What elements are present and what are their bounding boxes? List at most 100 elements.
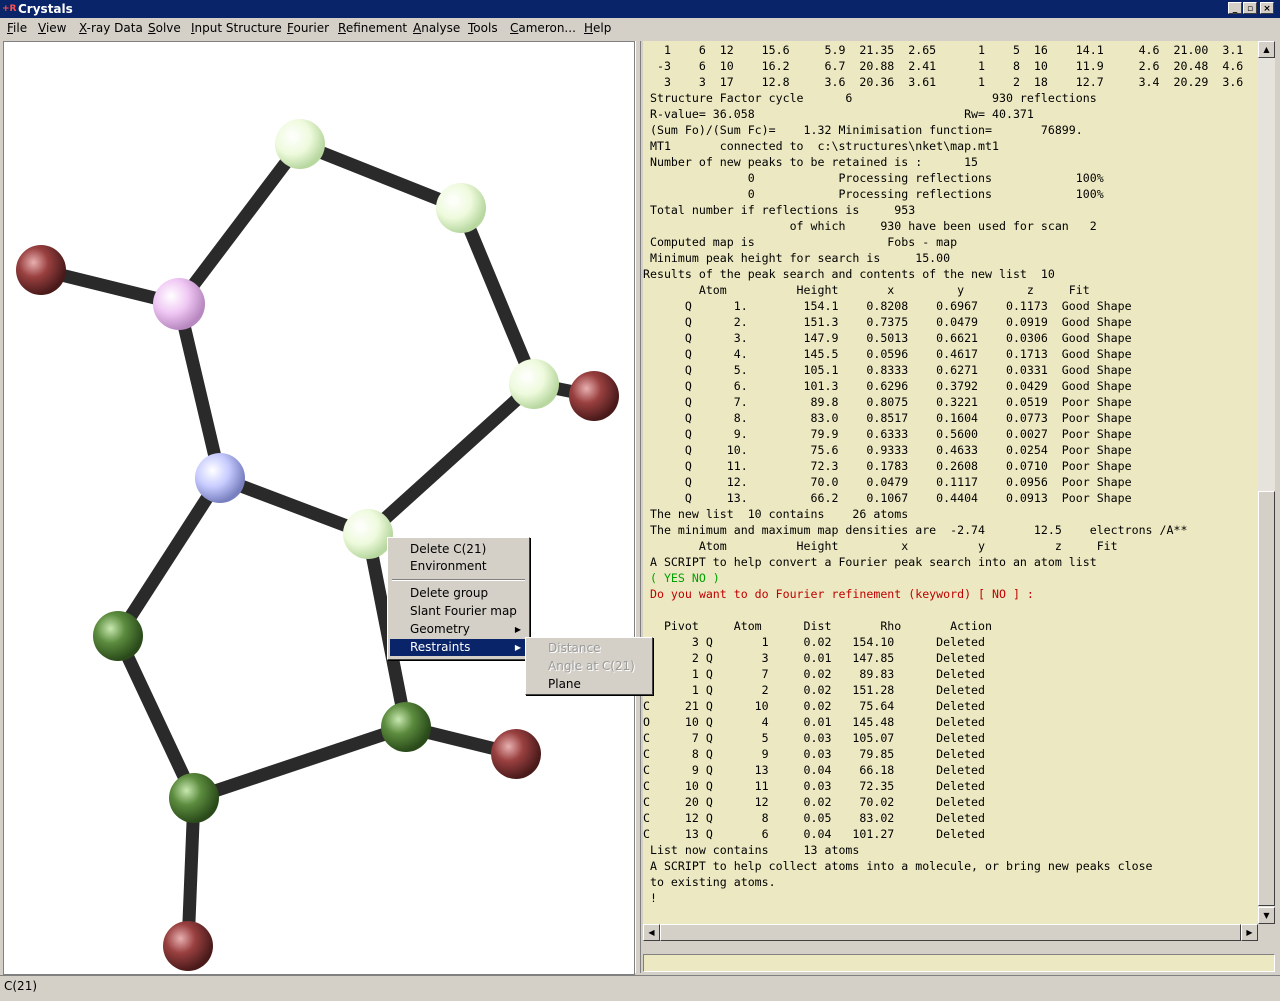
menu-fourier[interactable]: Fourier <box>287 20 329 36</box>
output-line: Computed map is Fobs - map <box>643 235 958 249</box>
output-line: C 20 Q 12 0.02 70.02 Deleted <box>643 795 986 809</box>
menu-tools[interactable]: Tools <box>468 20 498 36</box>
output-line: A SCRIPT to help convert a Fourier peak … <box>643 555 1097 569</box>
output-line: The minimum and maximum map densities ar… <box>643 523 1188 537</box>
scroll-up-icon[interactable]: ▲ <box>1258 41 1275 58</box>
atom-peak[interactable] <box>509 359 559 409</box>
output-line: Atom Height x y z Fit <box>643 283 1090 297</box>
output-line: -3 6 10 16.2 6.7 20.88 2.41 1 8 10 11.9 … <box>643 59 1244 73</box>
atom-carbon[interactable] <box>169 773 219 823</box>
menu-refinement[interactable]: Refinement <box>338 20 407 36</box>
status-bar: C(21) <box>0 975 1280 1001</box>
output-line: C 12 Q 8 0.05 83.02 Deleted <box>643 811 986 825</box>
output-line: Results of the peak search and contents … <box>643 267 1055 281</box>
scroll-left-icon[interactable]: ◀ <box>643 924 660 941</box>
output-line: Q 4. 145.5 0.0596 0.4617 0.1713 Good Sha… <box>643 347 1132 361</box>
atom-c21[interactable] <box>343 509 393 559</box>
window-title: Crystals <box>18 2 73 16</box>
output-line: The new list 10 contains 26 atoms <box>643 507 909 521</box>
output-line: C 10 Q 11 0.03 72.35 Deleted <box>643 779 986 793</box>
menu-restraints[interactable]: Restraints ▶ <box>390 639 527 656</box>
atom-oxygen[interactable] <box>491 729 541 779</box>
hscroll-thumb[interactable] <box>660 924 1241 941</box>
restraints-submenu: Distance Angle at C(21) Plane <box>525 637 653 695</box>
bond <box>111 471 227 643</box>
title-bar: +R Crystals _ ▫ × <box>0 0 1280 18</box>
horizontal-scrollbar[interactable]: ◀ ▶ <box>643 924 1258 941</box>
menu-input-structure[interactable]: Input Structure <box>191 20 282 36</box>
minimize-button[interactable]: _ <box>1228 2 1242 14</box>
app-icon: +R <box>2 4 17 14</box>
output-line: Number of new peaks to be retained is : … <box>643 155 979 169</box>
output-line: N 1 Q 7 0.02 89.83 Deleted <box>643 667 986 681</box>
scroll-thumb[interactable] <box>1258 491 1275 906</box>
output-line: C 7 Q 5 0.03 105.07 Deleted <box>643 731 986 745</box>
output-line: Pivot Atom Dist Rho Action <box>643 619 993 633</box>
context-menu: Delete C(21) Environment Delete group Sl… <box>387 537 530 660</box>
vertical-scrollbar[interactable]: ▲ ▼ <box>1258 41 1275 924</box>
output-line: O 1 Q 2 0.02 151.28 Deleted <box>643 683 986 697</box>
menu-view[interactable]: View <box>38 20 66 36</box>
output-line: O 2 Q 3 0.01 147.85 Deleted <box>643 651 986 665</box>
menu-file[interactable]: File <box>7 20 27 36</box>
scroll-right-icon[interactable]: ▶ <box>1241 924 1258 941</box>
menu-bar: File View X-ray Data Solve Input Structu… <box>0 18 1280 38</box>
atom-carbon[interactable] <box>381 702 431 752</box>
atom-peak[interactable] <box>275 119 325 169</box>
output-line: List now contains 13 atoms <box>643 843 860 857</box>
atom-pink[interactable] <box>153 278 205 330</box>
atom-oxygen[interactable] <box>569 371 619 421</box>
output-line: Q 7. 89.8 0.8075 0.3221 0.0519 Poor Shap… <box>643 395 1132 409</box>
bond <box>454 201 541 391</box>
close-button[interactable]: × <box>1260 2 1274 14</box>
menu-solve[interactable]: Solve <box>148 20 181 36</box>
menu-help[interactable]: Help <box>584 20 611 36</box>
command-input[interactable] <box>643 954 1275 972</box>
output-line: Q 5. 105.1 0.8333 0.6271 0.0331 Good Sha… <box>643 363 1132 377</box>
menu-delete-group[interactable]: Delete group <box>390 585 527 602</box>
output-line: Minimum peak height for search is 15.00 <box>643 251 951 265</box>
status-text: C(21) <box>4 979 38 993</box>
output-line: C 13 Q 6 0.04 101.27 Deleted <box>643 827 986 841</box>
bond <box>111 629 201 805</box>
output-line: Q 13. 66.2 0.1067 0.4404 0.0913 Poor Sha… <box>643 491 1132 505</box>
atom-carbon[interactable] <box>93 611 143 661</box>
menu-cameron[interactable]: Cameron... <box>510 20 576 36</box>
menu-environment[interactable]: Environment <box>390 558 527 575</box>
output-line: 3 3 17 12.8 3.6 20.36 3.61 1 2 18 12.7 3… <box>643 75 1244 89</box>
output-line: Structure Factor cycle 6 930 reflections <box>643 91 1097 105</box>
atom-nitrogen[interactable] <box>195 453 245 503</box>
menu-geometry-label: Geometry <box>410 622 470 636</box>
molecule-structure[interactable] <box>4 42 634 974</box>
output-line: C 8 Q 9 0.03 79.85 Deleted <box>643 747 986 761</box>
output-line: 0 Processing reflections 100% <box>643 171 1104 185</box>
menu-analyse[interactable]: Analyse <box>413 20 460 36</box>
bond <box>172 137 307 311</box>
output-line: (Sum Fo)/(Sum Fc)= 1.32 Minimisation fun… <box>643 123 1083 137</box>
maximize-button[interactable]: ▫ <box>1243 2 1257 14</box>
menu-xray-data[interactable]: X-ray Data <box>79 20 143 36</box>
scroll-down-icon[interactable]: ▼ <box>1258 907 1275 924</box>
output-line: 0 Processing reflections 100% <box>643 187 1104 201</box>
output-line: Q 1. 154.1 0.8208 0.6967 0.1173 Good Sha… <box>643 299 1132 313</box>
menu-delete-atom[interactable]: Delete C(21) <box>390 541 527 558</box>
molecule-view[interactable] <box>3 41 635 975</box>
output-line: O 3 Q 1 0.02 154.10 Deleted <box>643 635 986 649</box>
submenu-plane[interactable]: Plane <box>528 676 650 693</box>
bond <box>361 377 541 541</box>
output-line: A SCRIPT to help collect atoms into a mo… <box>643 859 1153 873</box>
output-line: Q 3. 147.9 0.5013 0.6621 0.0306 Good Sha… <box>643 331 1132 345</box>
output-line: 1 6 12 15.6 5.9 21.35 2.65 1 5 16 14.1 4… <box>643 43 1244 57</box>
text-output[interactable]: 1 6 12 15.6 5.9 21.35 2.65 1 5 16 14.1 4… <box>643 41 1258 924</box>
output-line: Q 10. 75.6 0.9333 0.4633 0.0254 Poor Sha… <box>643 443 1132 457</box>
bond <box>293 137 468 215</box>
atom-oxygen[interactable] <box>16 245 66 295</box>
menu-slant-fourier[interactable]: Slant Fourier map <box>390 603 527 620</box>
output-line: ! <box>643 891 657 905</box>
pane-splitter[interactable] <box>635 41 641 973</box>
output-line: C 9 Q 13 0.04 66.18 Deleted <box>643 763 986 777</box>
menu-geometry[interactable]: Geometry ▶ <box>390 621 527 638</box>
atom-oxygen[interactable] <box>163 921 213 971</box>
atom-peak[interactable] <box>436 183 486 233</box>
output-line: Total number if reflections is 953 <box>643 203 916 217</box>
